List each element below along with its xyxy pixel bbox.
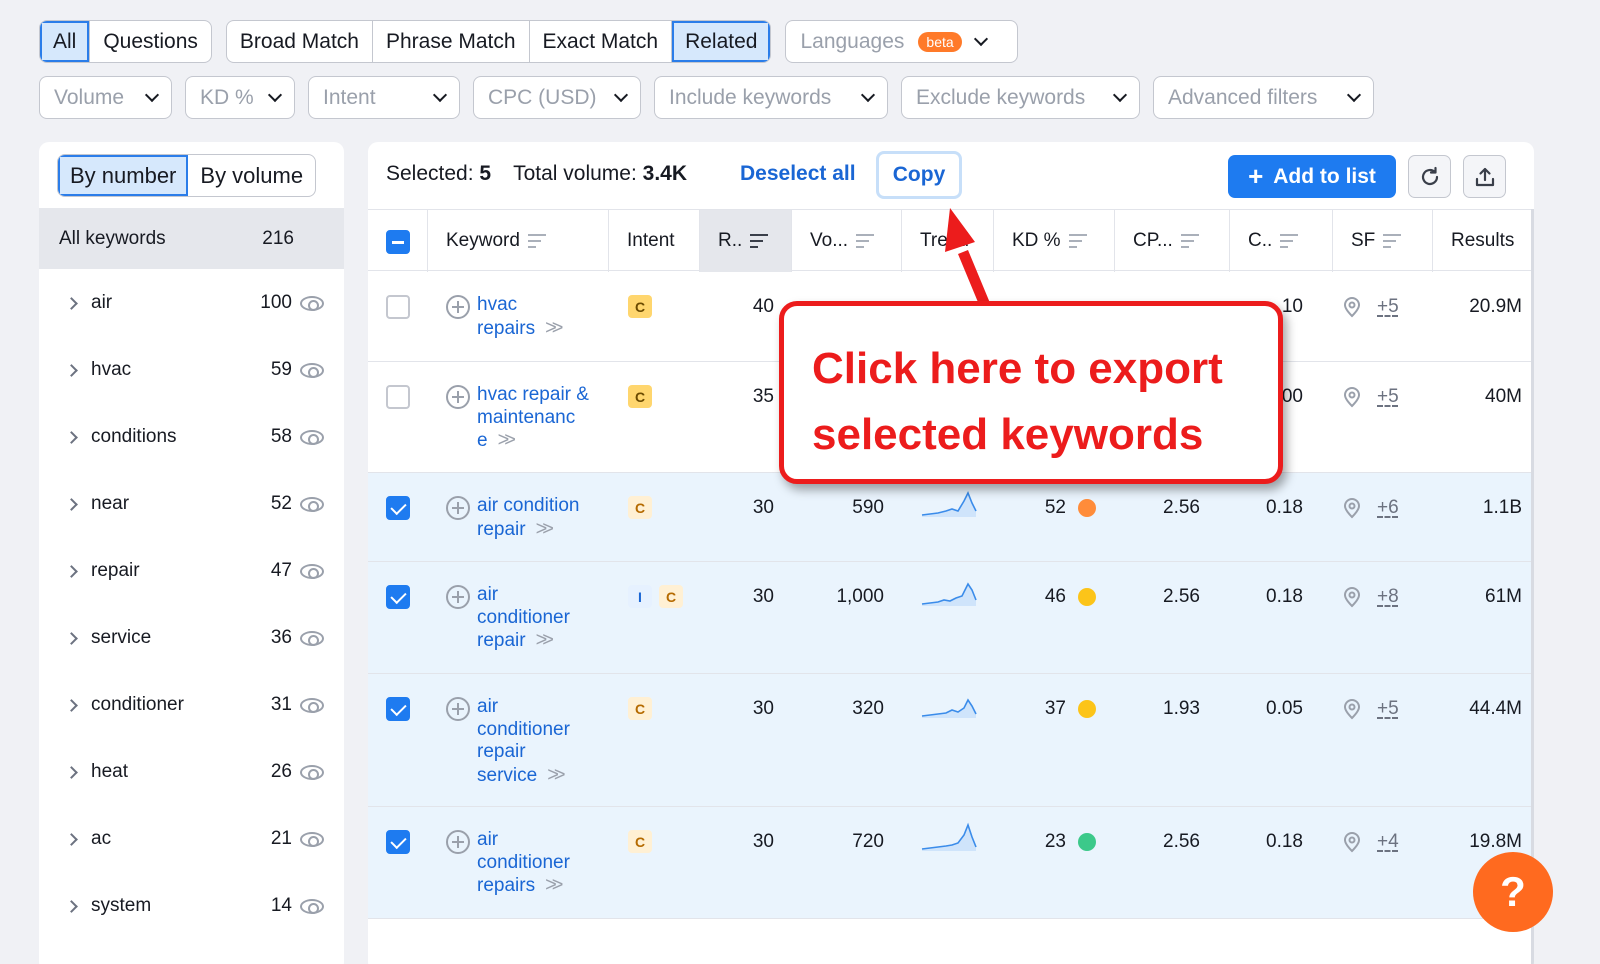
help-button[interactable]: ? bbox=[1473, 852, 1553, 932]
callout-line-1: Click here to export bbox=[812, 344, 1223, 393]
export-callout: Click here to export selected keywords bbox=[779, 301, 1283, 484]
callout-line-2: selected keywords bbox=[812, 410, 1204, 459]
